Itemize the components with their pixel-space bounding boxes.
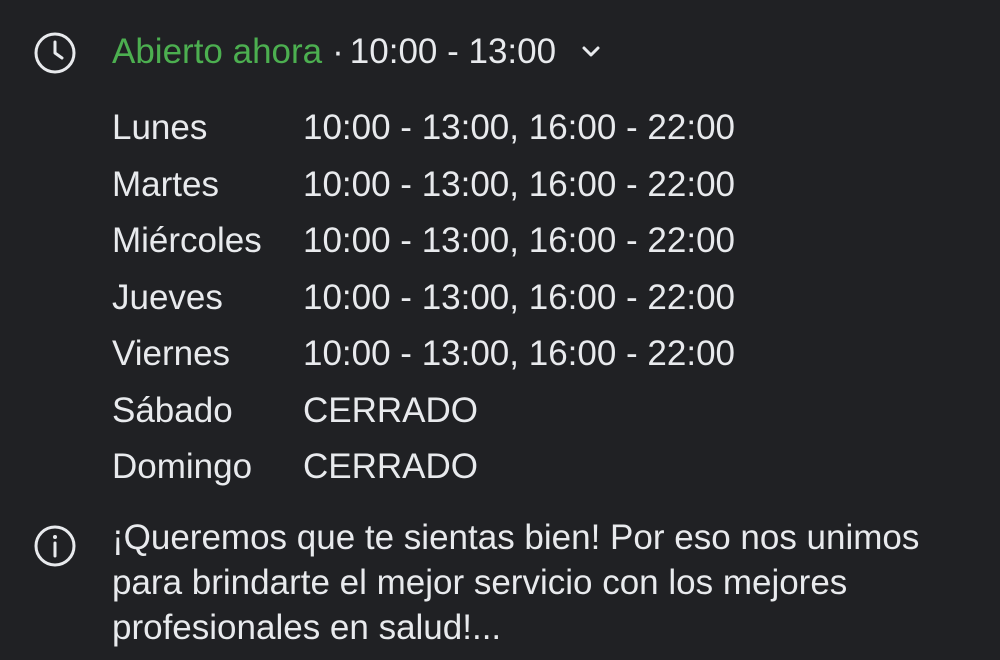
day-name: Martes [112,164,219,204]
status-separator: · [332,32,344,71]
day-row-wednesday: Miércoles 10:00 - 13:00, 16:00 - 22:00 [112,213,735,270]
day-row-saturday: Sábado CERRADO [112,383,735,440]
hours-status-toggle[interactable]: Abierto ahora · 10:00 - 13:00 [112,28,604,76]
day-hours: 10:00 - 13:00, 16:00 - 22:00 [303,277,735,317]
day-name: Miércoles [112,221,262,261]
open-status-label: Abierto ahora [112,32,323,71]
day-row-tuesday: Martes 10:00 - 13:00, 16:00 - 22:00 [112,157,735,214]
day-row-thursday: Jueves 10:00 - 13:00, 16:00 - 22:00 [112,270,735,327]
day-hours: 10:00 - 13:00, 16:00 - 22:00 [303,334,735,374]
day-hours: CERRADO [303,447,479,487]
business-description[interactable]: ¡Queremos que te sientas bien! Por eso n… [112,515,982,650]
day-name: Jueves [112,277,223,317]
day-name: Lunes [112,108,208,148]
day-name: Domingo [112,447,253,487]
day-row-friday: Viernes 10:00 - 13:00, 16:00 - 22:00 [112,326,735,383]
day-hours: 10:00 - 13:00, 16:00 - 22:00 [303,221,735,261]
info-icon [34,525,76,567]
day-name: Sábado [112,390,233,430]
day-row-monday: Lunes 10:00 - 13:00, 16:00 - 22:00 [112,100,735,157]
clock-icon [34,32,76,74]
current-hours: 10:00 - 13:00 [349,32,557,71]
day-name: Viernes [112,334,231,374]
chevron-down-icon[interactable] [578,39,604,65]
weekly-hours-table: Lunes 10:00 - 13:00, 16:00 - 22:00 Marte… [112,100,735,496]
day-hours: CERRADO [303,390,479,430]
day-hours: 10:00 - 13:00, 16:00 - 22:00 [303,108,735,148]
day-row-sunday: Domingo CERRADO [112,439,735,496]
day-hours: 10:00 - 13:00, 16:00 - 22:00 [303,164,735,204]
